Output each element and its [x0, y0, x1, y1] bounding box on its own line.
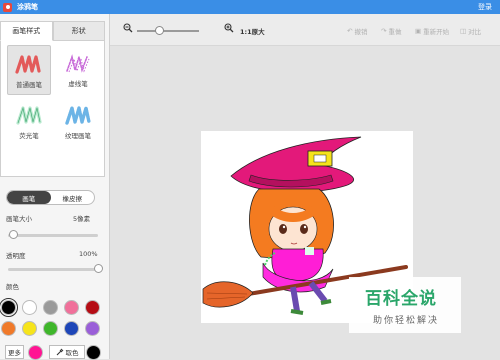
watermark-title: 百科全说 — [365, 289, 437, 309]
mode-toggle: 画笔 橡皮擦 — [6, 190, 95, 205]
color-swatch[interactable] — [64, 300, 79, 315]
watermark-subtitle: 助你轻松解决 — [373, 316, 440, 326]
brush-texture[interactable]: 纹理画笔 — [56, 97, 100, 147]
actual-size-button[interactable]: 1:1原大 — [240, 26, 265, 36]
brush-highlighter[interactable]: 荧光笔 — [7, 97, 51, 147]
zoom-in-icon[interactable] — [224, 23, 234, 33]
undo-icon: ↶ — [347, 27, 353, 35]
compare-icon: ◫ — [460, 27, 467, 35]
eyedropper-icon — [56, 348, 63, 356]
color-swatch[interactable] — [22, 321, 37, 336]
zoom-slider[interactable] — [137, 30, 199, 32]
brush-label: 普通画笔 — [16, 81, 42, 89]
redo-label: 重做 — [388, 28, 402, 36]
current-color-swatch — [86, 345, 101, 360]
color-swatch[interactable] — [1, 321, 16, 336]
redo-icon: ↷ — [381, 27, 387, 35]
tab-shape[interactable]: 形状 — [52, 21, 105, 41]
more-colors-button[interactable]: 更多 — [5, 345, 24, 359]
size-slider[interactable] — [8, 234, 98, 237]
brush-panel: 普通画笔 虚线笔 荧光笔 纹理画笔 — [0, 41, 105, 177]
brush-mode-button[interactable]: 画笔 — [7, 191, 51, 204]
restart-label: 重新开始 — [423, 28, 450, 36]
color-swatch[interactable] — [43, 321, 58, 336]
opacity-value: 100% — [79, 250, 98, 258]
redo-button[interactable]: ↷ 重做 — [381, 26, 401, 36]
dashed-brush-icon — [66, 53, 90, 74]
opacity-slider-knob[interactable] — [94, 264, 103, 273]
compare-label: 对比 — [468, 28, 482, 36]
more-label: 更多 — [8, 349, 21, 357]
opacity-slider[interactable] — [8, 268, 98, 271]
watermark: 百科全说 助你轻松解决 — [349, 277, 461, 333]
custom-color-swatch[interactable] — [28, 345, 43, 360]
colors-label: 颜色 — [6, 283, 19, 291]
title-bar: 涂鸦笔 登录 — [0, 0, 500, 14]
top-toolbar: 1:1原大 ↶ 撤销 ↷ 重做 ▣ 重新开始 ◫ 对比 — [110, 14, 500, 46]
brush-dashed[interactable]: 虚线笔 — [56, 45, 100, 95]
color-swatch[interactable] — [22, 300, 37, 315]
color-swatch[interactable] — [0, 298, 18, 317]
login-link[interactable]: 登录 — [478, 2, 492, 12]
picker-label: 取色 — [65, 349, 79, 357]
size-value: 5像素 — [73, 215, 91, 223]
brush-label: 虚线笔 — [68, 80, 88, 88]
style-tabs: 画笔样式 形状 — [0, 21, 105, 41]
highlighter-brush-icon — [16, 106, 42, 125]
undo-button[interactable]: ↶ 撤销 — [347, 26, 367, 36]
restart-button[interactable]: ▣ 重新开始 — [415, 26, 449, 36]
brush-normal[interactable]: 普通画笔 — [7, 45, 51, 95]
zoom-out-icon[interactable] — [123, 23, 133, 33]
opacity-label: 透明度 — [6, 252, 26, 260]
restart-icon: ▣ — [415, 27, 422, 35]
app-logo-icon — [3, 2, 12, 12]
color-swatch[interactable] — [43, 300, 58, 315]
texture-brush-icon — [65, 106, 91, 125]
color-picker-button[interactable]: 取色 — [49, 345, 85, 359]
app-title: 涂鸦笔 — [17, 3, 38, 11]
undo-label: 撤销 — [354, 28, 368, 36]
color-swatch[interactable] — [64, 321, 79, 336]
color-swatch[interactable] — [85, 321, 100, 336]
compare-button[interactable]: ◫ 对比 — [460, 26, 481, 36]
brush-label: 纹理画笔 — [65, 132, 91, 140]
color-swatch[interactable] — [85, 300, 100, 315]
brush-label: 荧光笔 — [19, 132, 39, 140]
size-slider-knob[interactable] — [8, 230, 18, 239]
size-label: 画笔大小 — [6, 215, 32, 223]
tab-brush-style[interactable]: 画笔样式 — [0, 21, 53, 41]
sidebar: 画笔样式 形状 普通画笔 虚线笔 荧光笔 纹理画笔 画笔 橡皮擦 画笔大小 5像… — [0, 14, 110, 360]
zoom-slider-knob[interactable] — [154, 26, 164, 35]
eraser-mode-button[interactable]: 橡皮擦 — [51, 191, 95, 204]
normal-brush-icon — [15, 55, 41, 74]
